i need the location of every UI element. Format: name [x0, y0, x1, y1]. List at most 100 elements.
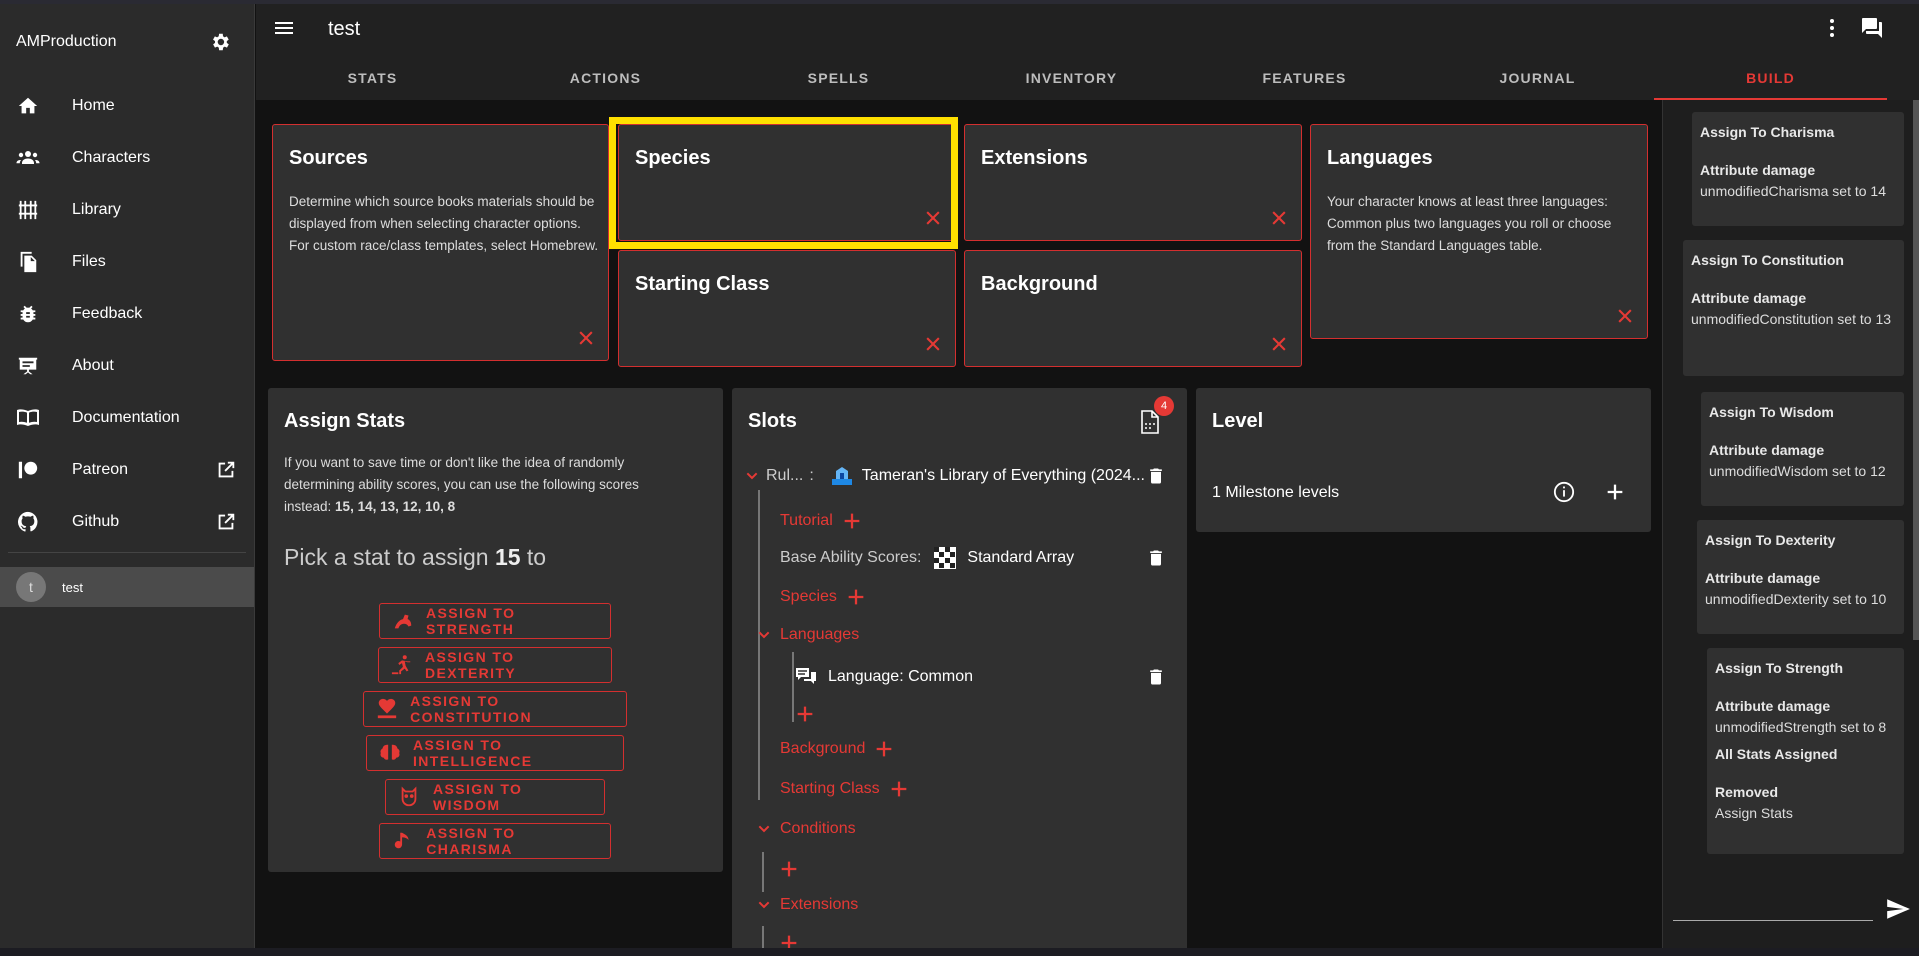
menu-icon[interactable] [272, 16, 296, 40]
sidebar-item-about[interactable]: About [0, 340, 254, 392]
button-label: ASSIGN TO DEXTERITY [425, 649, 517, 681]
assign-constitution-button[interactable]: ASSIGN TO CONSTITUTION [363, 691, 627, 727]
feed-entry: Assign To Dexterity Attribute damage unm… [1697, 520, 1904, 634]
external-link-icon[interactable] [214, 510, 238, 534]
language-label: Language: Common [828, 668, 973, 685]
slot-label: Extensions [780, 896, 859, 913]
github-icon [16, 510, 40, 534]
trash-icon[interactable] [1146, 548, 1166, 568]
pick-suffix: to [520, 544, 547, 570]
trash-icon[interactable] [1146, 667, 1166, 687]
ruleset-label: Rul... [766, 467, 804, 484]
chevron-down-icon[interactable] [756, 627, 772, 643]
external-link-icon[interactable] [214, 458, 238, 482]
slot-label: Tutorial [780, 512, 833, 529]
languages-card[interactable]: Languages Your character knows at least … [1310, 124, 1648, 339]
add-language-plus-icon[interactable] [794, 703, 816, 725]
gear-icon[interactable] [208, 30, 232, 54]
more-vert-icon[interactable] [1820, 16, 1844, 40]
close-icon[interactable] [1269, 208, 1289, 228]
book-icon [16, 406, 40, 430]
language-common-item[interactable]: Language: Common [794, 665, 973, 689]
close-icon[interactable] [1615, 306, 1635, 326]
feed-entry-label: Attribute damage [1691, 290, 1807, 306]
sidebar-item-files[interactable]: Files [0, 236, 254, 288]
assign-dexterity-button[interactable]: ASSIGN TO DEXTERITY [378, 647, 612, 683]
conditions-slot[interactable]: Conditions [756, 820, 856, 838]
feed-entry: Assign To Strength Attribute damage unmo… [1707, 648, 1904, 854]
plus-icon[interactable] [845, 586, 867, 608]
info-icon[interactable] [1553, 481, 1575, 503]
tab-journal[interactable]: JOURNAL [1421, 56, 1654, 100]
tab-stats[interactable]: STATS [256, 56, 489, 100]
species-card[interactable]: Species [618, 124, 956, 241]
tree-line [762, 852, 764, 892]
tutorial-slot[interactable]: Tutorial [780, 510, 863, 532]
send-icon[interactable] [1885, 896, 1911, 922]
plus-icon[interactable] [841, 510, 863, 532]
starting-class-card[interactable]: Starting Class [618, 250, 956, 367]
tab-actions[interactable]: ACTIONS [489, 56, 722, 100]
button-label: ASSIGN TO WISDOM [432, 781, 523, 813]
species-slot[interactable]: Species [780, 586, 867, 608]
sidebar-character-test[interactable]: t test [0, 567, 254, 607]
background-slot[interactable]: Background [780, 738, 895, 760]
sidebar-item-label: Feedback [72, 305, 143, 322]
assign-wisdom-button[interactable]: ASSIGN TO WISDOM [385, 779, 605, 815]
notification-badge: 4 [1154, 396, 1174, 416]
sidebar-item-feedback[interactable]: Feedback [0, 288, 254, 340]
avatar: t [16, 572, 46, 602]
tab-spells[interactable]: SPELLS [722, 56, 955, 100]
feed-entry-value: unmodifiedWisdom set to 12 [1709, 463, 1886, 479]
assign-charisma-button[interactable]: ASSIGN TO CHARISMA [379, 823, 611, 859]
slot-value: Standard Array [967, 549, 1075, 566]
languages-slot[interactable]: Languages [756, 626, 859, 644]
chat-input[interactable] [1673, 920, 1873, 921]
milestone-levels: 1 Milestone levels [1212, 484, 1340, 501]
pick-stat-prompt: Pick a stat to assign 15 to [284, 544, 546, 571]
ruleset-row[interactable]: Rul... : Tameran's Library of Everything… [744, 464, 1145, 488]
background-card[interactable]: Background [964, 250, 1302, 367]
card-description: Your character knows at least three lang… [1327, 194, 1612, 253]
close-icon[interactable] [576, 328, 596, 348]
slot-label: Languages [780, 626, 860, 643]
chevron-down-icon[interactable] [756, 821, 772, 837]
trash-icon[interactable] [1146, 466, 1166, 486]
plus-icon[interactable] [873, 738, 895, 760]
tab-inventory[interactable]: INVENTORY [955, 56, 1188, 100]
starting-class-slot[interactable]: Starting Class [780, 778, 910, 800]
tab-build[interactable]: BUILD [1654, 56, 1887, 100]
sidebar-item-patreon[interactable]: Patreon [0, 444, 254, 496]
assign-intelligence-button[interactable]: ASSIGN TO INTELLIGENCE [366, 735, 624, 771]
panel-title: Level [1212, 410, 1264, 432]
close-icon[interactable] [1269, 334, 1289, 354]
base-ability-scores-slot[interactable]: Base Ability Scores: Standard Array [780, 546, 1074, 570]
close-icon[interactable] [923, 208, 943, 228]
sources-card[interactable]: Sources Determine which source books mat… [272, 124, 609, 361]
sidebar-item-home[interactable]: Home [0, 80, 254, 132]
sidebar-item-label: Characters [72, 149, 151, 166]
close-icon[interactable] [923, 334, 943, 354]
sidebar-item-characters[interactable]: Characters [0, 132, 254, 184]
add-level-plus-icon[interactable] [1604, 481, 1626, 503]
sidebar-item-library[interactable]: Library [0, 184, 254, 236]
assign-strength-button[interactable]: ASSIGN TO STRENGTH [379, 603, 611, 639]
chat-icon[interactable] [1860, 16, 1884, 40]
chevron-down-icon[interactable] [744, 468, 760, 484]
extensions-slot[interactable]: Extensions [756, 896, 858, 914]
panel-title: Assign Stats [284, 410, 406, 432]
panel-title: Slots [748, 410, 797, 432]
library-emblem-icon [830, 464, 854, 488]
slot-label: Background [780, 740, 866, 757]
chevron-down-icon[interactable] [756, 897, 772, 913]
sidebar-item-documentation[interactable]: Documentation [0, 392, 254, 444]
sidebar-item-github[interactable]: Github [0, 496, 254, 548]
feed-scrollbar[interactable] [1913, 100, 1919, 640]
assign-stats-description: If you want to save time or don't like t… [284, 452, 684, 518]
tab-features[interactable]: FEATURES [1188, 56, 1421, 100]
plus-icon[interactable] [888, 778, 910, 800]
add-condition-plus-icon[interactable] [778, 858, 800, 880]
extensions-card[interactable]: Extensions [964, 124, 1302, 241]
feed-entry-value: unmodifiedDexterity set to 10 [1705, 591, 1887, 607]
tree-line [762, 926, 764, 948]
